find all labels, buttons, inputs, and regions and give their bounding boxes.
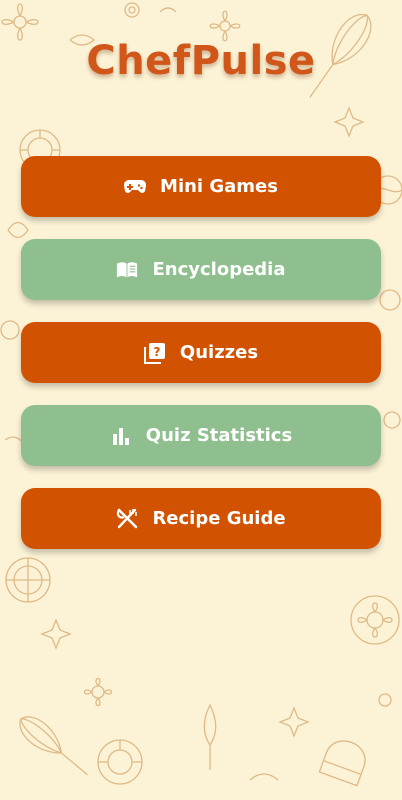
quiz-statistics-label: Quiz Statistics — [145, 425, 293, 446]
utensils-icon — [116, 508, 138, 530]
recipe-guide-label: Recipe Guide — [152, 508, 286, 529]
mini-games-button[interactable]: Mini Games — [21, 156, 381, 217]
recipe-guide-button[interactable]: Recipe Guide — [21, 488, 381, 549]
main-menu: Mini Games Encyclopedia ? Quizzes Quiz S… — [21, 156, 381, 571]
encyclopedia-button[interactable]: Encyclopedia — [21, 239, 381, 300]
book-icon — [116, 259, 138, 281]
app-title: ChefPulse — [86, 38, 316, 84]
svg-text:?: ? — [153, 345, 160, 359]
quiz-icon: ? — [143, 342, 166, 364]
encyclopedia-label: Encyclopedia — [152, 259, 286, 280]
quizzes-button[interactable]: ? Quizzes — [21, 322, 381, 383]
bar-chart-icon — [110, 425, 132, 447]
mini-games-label: Mini Games — [160, 176, 278, 197]
quiz-statistics-button[interactable]: Quiz Statistics — [21, 405, 381, 466]
quizzes-label: Quizzes — [179, 342, 259, 363]
gamepad-icon — [124, 176, 147, 198]
